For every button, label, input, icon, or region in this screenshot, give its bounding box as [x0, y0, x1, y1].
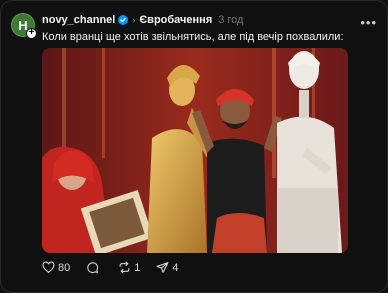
- more-options-icon[interactable]: •••: [360, 15, 377, 30]
- share-count: 4: [172, 261, 179, 274]
- post-time: 3 год: [218, 14, 244, 26]
- comment-button[interactable]: [86, 261, 102, 274]
- heart-icon: [42, 261, 55, 274]
- like-count: 80: [58, 261, 71, 274]
- share-button[interactable]: 4: [156, 261, 179, 274]
- comment-icon: [87, 262, 99, 274]
- topic-tag[interactable]: Євробачення: [139, 14, 212, 26]
- like-button[interactable]: 80: [42, 261, 70, 274]
- repost-icon: [119, 261, 130, 274]
- repost-button[interactable]: 1: [118, 261, 140, 274]
- username[interactable]: novy_channel: [42, 14, 115, 26]
- share-icon: [156, 262, 169, 273]
- post-image[interactable]: [42, 48, 348, 253]
- repost-count: 1: [134, 261, 141, 274]
- thread-post: H + novy_channel › Євробачення 3 год •••…: [0, 0, 388, 293]
- post-caption: Коли вранці ще хотів звільнятись, але пі…: [42, 31, 344, 43]
- post-actions: 80 1 4: [42, 261, 195, 274]
- stage-photo: [42, 48, 348, 253]
- post-header: novy_channel › Євробачення 3 год: [42, 14, 243, 26]
- follow-plus-icon[interactable]: +: [26, 28, 37, 39]
- chevron-right-icon: ›: [132, 15, 136, 25]
- verified-badge-icon: [118, 15, 129, 25]
